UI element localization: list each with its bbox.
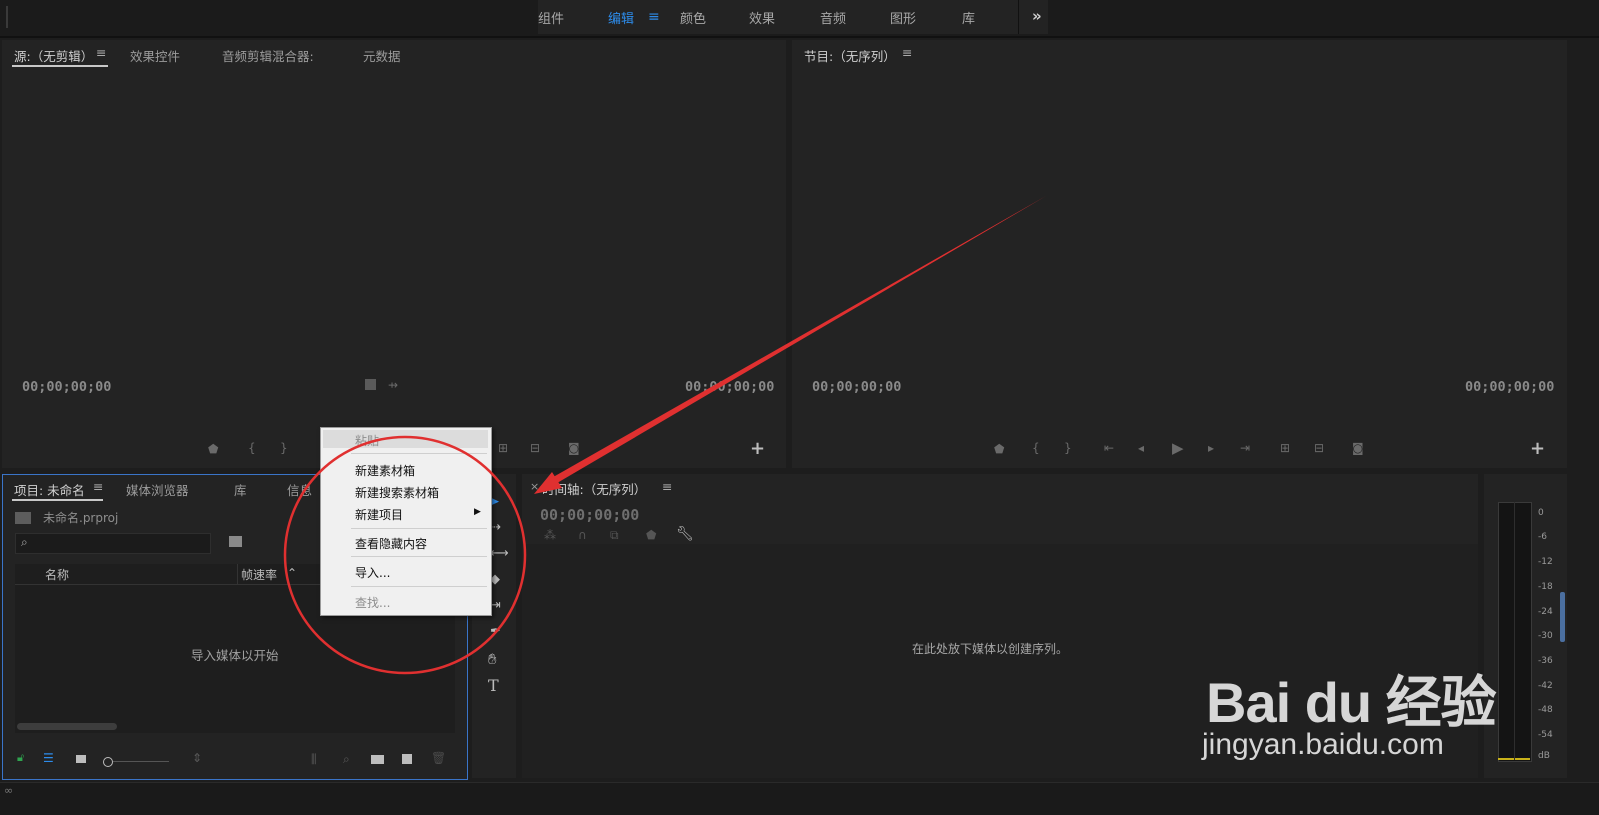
watermark-url: jingyan.baidu.com (1202, 728, 1444, 761)
annotation-circle (283, 435, 527, 675)
annotation-arrow-shaft (548, 196, 1046, 486)
baidu-watermark: Bai du 经验 jingyan.baidu.com (1200, 630, 1500, 770)
watermark-brand: Bai du 经验 (1206, 671, 1497, 734)
